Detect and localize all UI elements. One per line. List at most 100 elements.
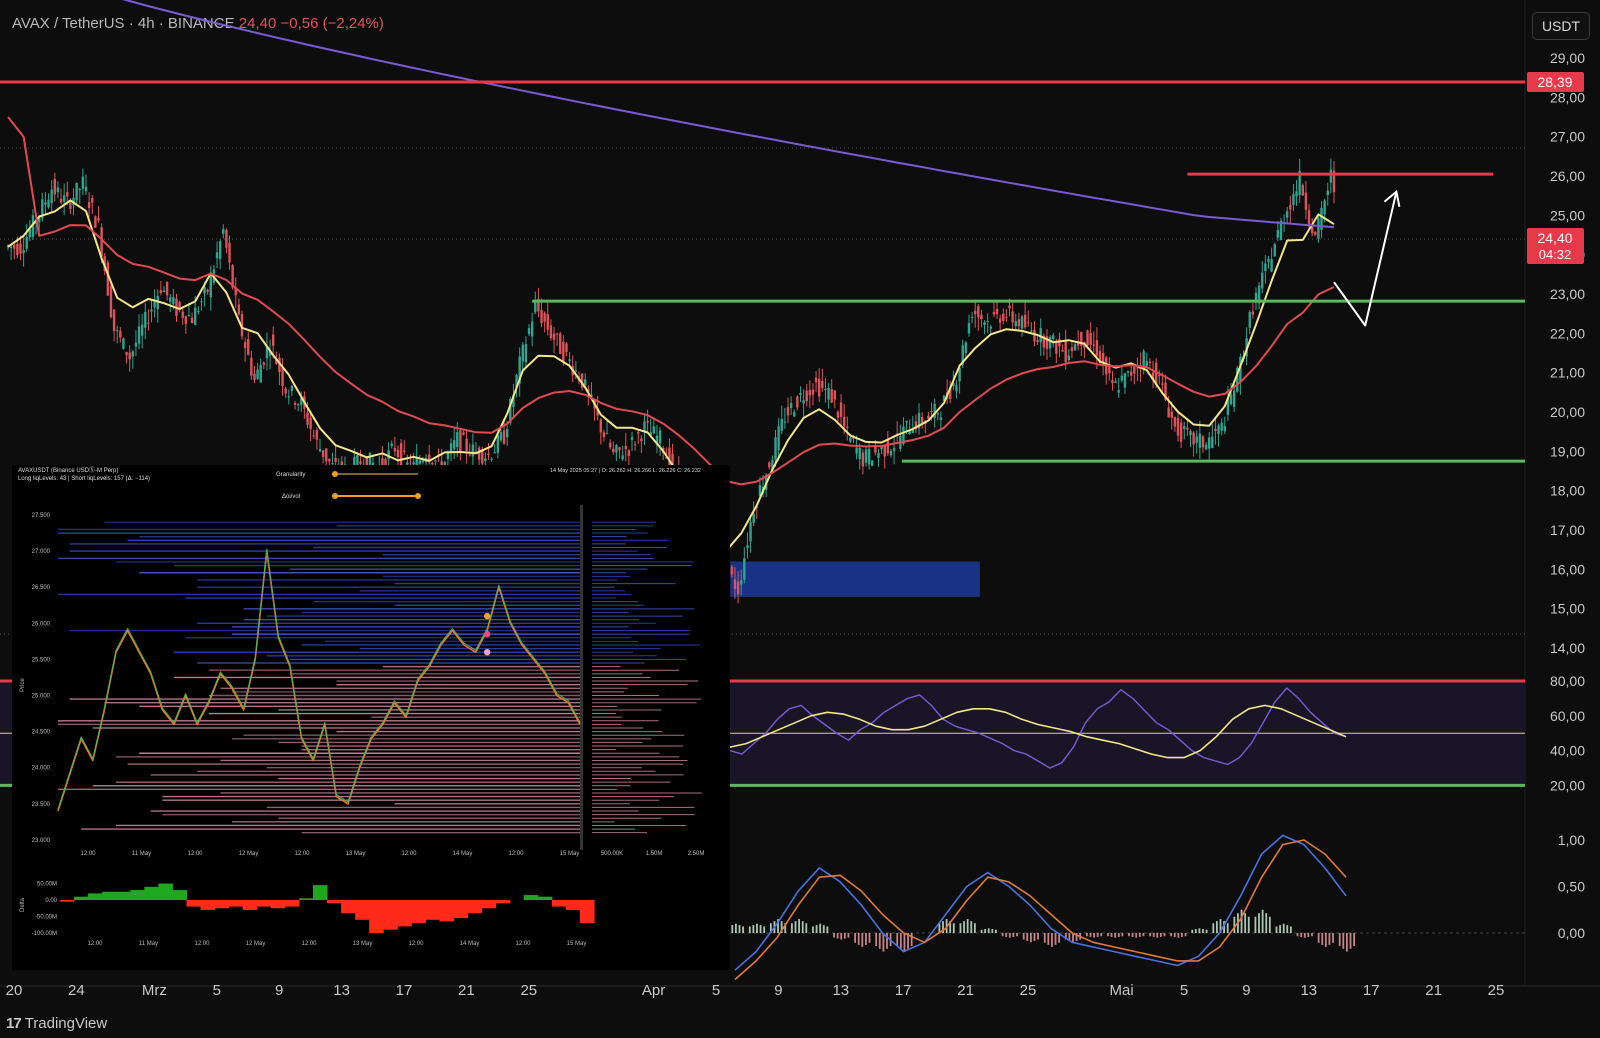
inset-delta-bar: [565, 900, 581, 910]
candle-body: [506, 429, 509, 438]
candle-body: [87, 201, 91, 209]
macd-histogram-bar: [763, 926, 766, 933]
macd-histogram-bar: [1353, 933, 1355, 947]
candle-body: [62, 195, 66, 202]
macd-histogram-bar: [1258, 913, 1260, 933]
candle-body: [752, 513, 755, 523]
inset-delta-bar: [144, 886, 159, 900]
inset-ohlc-readout: 14 May 2025 05:27 | O: 26.262 H: 26.266 …: [550, 468, 701, 474]
macd-histogram-bar: [984, 929, 987, 933]
rsi-tick-label: 80,00: [1550, 673, 1585, 689]
candle-body: [612, 448, 615, 453]
macd-histogram-bar: [815, 925, 818, 933]
macd-signal-line: [734, 839, 1347, 981]
candle-body: [1189, 430, 1192, 436]
time-tick-label: Apr: [642, 982, 665, 999]
candle-body: [309, 417, 312, 430]
macd-histogram-bar: [1177, 933, 1180, 938]
macd-histogram-bar: [843, 933, 846, 939]
candle-body: [106, 262, 110, 296]
macd-histogram-bar: [995, 929, 997, 933]
time-tick-label: 9: [275, 982, 283, 999]
chart-canvas[interactable]: 14,00 15,00 16,00 17,00 18,00 19,00 20,00 21,00…: [0, 0, 1600, 1038]
macd-histogram-bar: [1033, 933, 1036, 941]
time-tick-label: 13: [832, 982, 849, 999]
candle-body: [621, 455, 624, 460]
candle-body: [777, 426, 780, 451]
candle-body: [116, 330, 119, 332]
candle-body: [1061, 349, 1064, 352]
demand-zone: [730, 561, 980, 597]
candle-body: [1005, 316, 1008, 318]
candle-body: [81, 176, 85, 189]
tradingview-mark-icon: 17: [6, 1015, 22, 1032]
macd-histogram-bar: [759, 925, 762, 933]
rsi-tick-label: 60,00: [1550, 708, 1585, 724]
candle-body: [524, 344, 528, 363]
candle-body: [746, 545, 749, 548]
candle-body: [165, 281, 169, 296]
candle-body: [805, 390, 808, 402]
candle-body: [100, 227, 103, 257]
candle-body: [1254, 292, 1258, 301]
macd-histogram-bar: [752, 925, 755, 933]
inset-volume-tick: 1.50M: [646, 851, 663, 857]
tradingview-logo[interactable]: 17 TradingView: [6, 1015, 107, 1032]
macd-histogram-bar: [1282, 923, 1285, 933]
price-tick-label: 22,00: [1550, 325, 1585, 341]
candle-body: [468, 454, 471, 456]
inset-delta-tick: 50.00M: [37, 882, 57, 888]
inset-delta-bar: [256, 900, 272, 907]
inset-delta-bar: [130, 890, 145, 900]
candle-body: [390, 443, 393, 447]
candle-body: [605, 433, 609, 435]
candle-body: [237, 304, 241, 315]
candle-body: [855, 447, 858, 454]
inset-delta-bar: [467, 900, 483, 914]
candle-body: [789, 402, 793, 409]
inset-delta-bar: [102, 891, 117, 900]
candle-body: [250, 357, 253, 376]
inset-delta-bar: [411, 900, 426, 924]
candle-body: [562, 341, 565, 362]
candle-body: [799, 393, 802, 395]
last-price-badge: 24,40: [1537, 230, 1572, 246]
inset-delta-time-tick: 12:00: [194, 941, 210, 947]
macd-histogram-bar: [1001, 933, 1004, 937]
macd-histogram-bar: [1240, 909, 1243, 933]
candle-body: [78, 188, 81, 191]
inset-marker-light: [484, 648, 491, 656]
candle-body: [546, 313, 549, 330]
macd-histogram-bar: [1247, 916, 1250, 933]
candle-body: [808, 390, 812, 396]
inset-delta-bar: [439, 900, 455, 922]
candle-body: [615, 445, 618, 453]
candle-body: [780, 418, 783, 431]
candle-body: [1204, 444, 1208, 450]
candle-body: [1292, 193, 1295, 206]
candle-body: [871, 460, 874, 466]
candle-body: [477, 447, 481, 460]
macd-histogram-bar: [1254, 916, 1257, 933]
candle-body: [892, 447, 896, 452]
candle-body: [125, 352, 128, 356]
candle-body: [162, 290, 166, 293]
macd-histogram-bar: [1149, 933, 1151, 937]
tradingview-brand: TradingView: [24, 1015, 108, 1032]
macd-histogram-bar: [1054, 933, 1057, 945]
candle-body: [75, 182, 78, 201]
candle-body: [1170, 411, 1173, 418]
candle-body: [568, 359, 571, 362]
candle-body: [318, 449, 322, 452]
macd-histogram-bar: [854, 933, 857, 943]
macd-histogram-bar: [1135, 933, 1138, 938]
macd-histogram-bar: [903, 933, 906, 952]
candle-body: [312, 435, 315, 437]
macd-histogram-bar: [910, 933, 913, 947]
inset-delta-time-tick: 12:00: [408, 941, 424, 947]
inset-delta-bar: [580, 900, 595, 924]
inset-time-tick: 12:00: [508, 851, 524, 857]
inset-title: AVAXUSDT (Binance USDⓈ-M Perp): [18, 466, 118, 474]
inset-delta-bar: [284, 900, 300, 907]
inset-delta-bar: [298, 898, 314, 900]
